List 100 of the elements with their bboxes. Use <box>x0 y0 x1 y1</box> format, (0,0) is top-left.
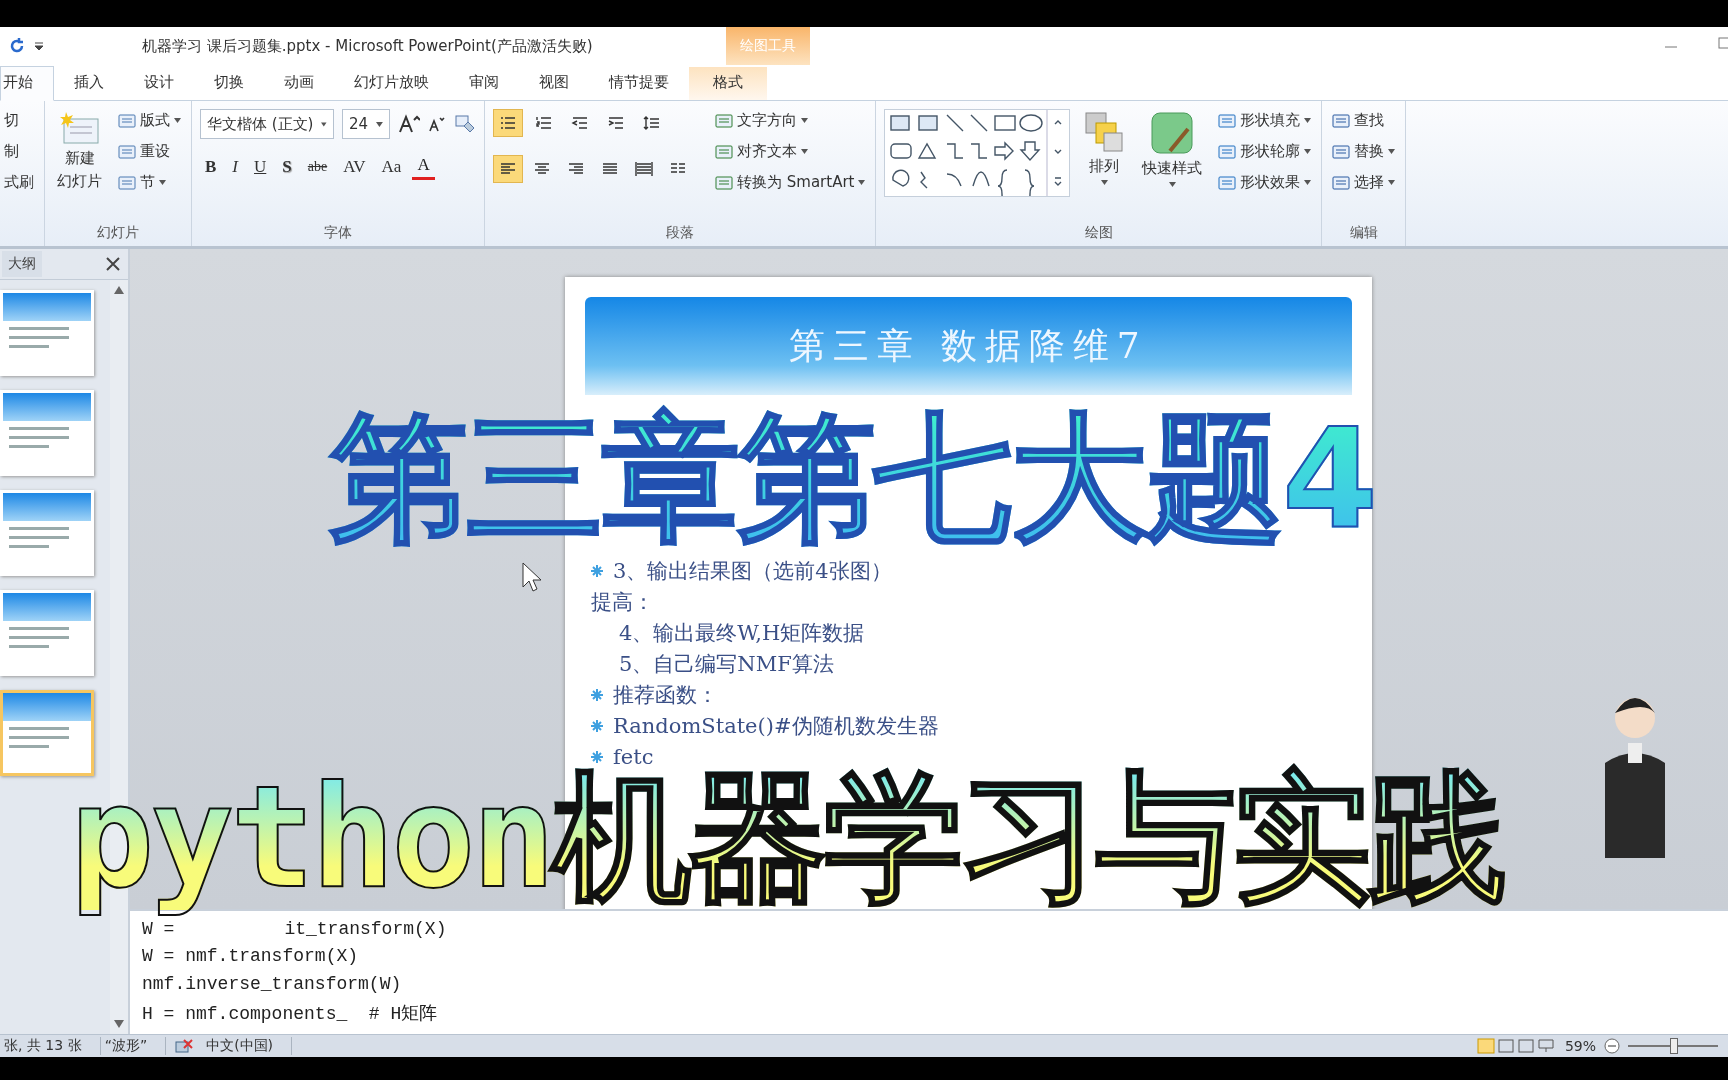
language-indicator: 中文(中国) <box>202 1037 293 1055</box>
ribbon-tab[interactable]: 插入 <box>54 67 124 100</box>
group-label: 幻灯片 <box>96 224 140 242</box>
group-label: 段落 <box>665 224 696 242</box>
caret-icon <box>1304 180 1312 185</box>
ribbon-tab[interactable]: 设计 <box>124 67 194 100</box>
font-name-field[interactable]: 华文楷体 (正文) <box>200 109 334 139</box>
notes-code: it_transform(X) <box>284 919 447 941</box>
scroll-up-icon[interactable] <box>114 286 124 294</box>
clipboard-command[interactable]: 式刷 <box>2 171 36 194</box>
outdent-icon <box>571 115 589 131</box>
font-format-button[interactable]: I <box>227 154 243 179</box>
new-slide-button[interactable]: 新建 幻灯片 <box>53 109 106 224</box>
paragraph-command[interactable]: 对齐文本 <box>713 140 868 163</box>
font-format-button[interactable]: A <box>412 153 435 180</box>
shape-format-command[interactable]: 形状效果 <box>1216 171 1314 194</box>
slide-command[interactable]: 重设 <box>116 140 183 163</box>
editing-command[interactable]: 选择 <box>1330 171 1398 194</box>
contextual-tab-group: 绘图工具 <box>726 27 810 65</box>
slide-thumbnail[interactable] <box>0 290 94 376</box>
shrink-font-icon <box>428 115 446 133</box>
font-size-field[interactable]: 24 <box>342 109 390 139</box>
editing-command[interactable]: 替换 <box>1330 140 1398 163</box>
theme-name: “波形” <box>100 1037 167 1055</box>
slide-title: 第三章 数据降维7 <box>789 323 1148 368</box>
font-format-button[interactable]: B <box>200 154 222 179</box>
ribbon-tab[interactable]: 格式 <box>689 67 767 100</box>
slide-text: 推荐函数： <box>613 682 718 709</box>
caret-icon <box>1304 118 1312 123</box>
caret-icon <box>1100 180 1108 185</box>
zoom-out-icon[interactable] <box>1604 1038 1620 1054</box>
slide-text: 4、输出最终W,H矩阵数据 <box>619 620 865 647</box>
font-format-button[interactable]: AV <box>338 154 371 179</box>
mouse-cursor-icon <box>522 562 542 592</box>
slide-command[interactable]: 节 <box>116 171 183 194</box>
caret-icon <box>1388 149 1396 154</box>
quick-styles-button[interactable]: 快速样式 <box>1138 109 1207 224</box>
bullets-icon <box>499 115 517 131</box>
ribbon-tab[interactable]: 开始 <box>0 66 54 101</box>
bullet-icon <box>591 689 603 701</box>
slide-thumbnail[interactable] <box>0 390 94 476</box>
bullet-icon <box>591 720 603 732</box>
slide-count: 张, 共 13 张 <box>0 1037 101 1055</box>
paragraph-command[interactable]: 转换为 SmartArt <box>713 171 868 194</box>
slide-text: RandomState()#伪随机数发生器 <box>613 713 939 740</box>
notes-code: W = nmf.transform(X) <box>142 946 359 969</box>
paragraph-command[interactable]: 文字方向 <box>713 109 868 132</box>
slide-thumbnail[interactable] <box>0 490 94 576</box>
shape-format-command[interactable]: 形状填充 <box>1216 109 1314 132</box>
ribbon-tab[interactable]: 视图 <box>519 67 589 100</box>
font-format-button[interactable]: U <box>249 154 272 179</box>
clipboard-command[interactable]: 制 <box>2 140 36 163</box>
ribbon-tab[interactable]: 审阅 <box>449 67 519 100</box>
right-icon <box>567 161 585 177</box>
center-icon <box>533 161 551 177</box>
caret-icon <box>1388 180 1396 185</box>
shapes-gallery[interactable] <box>884 109 1071 197</box>
grow-font-icon <box>398 114 420 134</box>
ribbon-tab[interactable]: 动画 <box>264 67 334 100</box>
quick-styles-icon <box>1150 111 1195 155</box>
numbering-icon <box>535 115 553 131</box>
ribbon-tab[interactable]: 幻灯片放映 <box>334 67 449 100</box>
slide-thumbnail[interactable] <box>0 590 94 676</box>
paragraph-button[interactable] <box>493 155 523 183</box>
paragraph-button[interactable] <box>493 109 523 137</box>
shape-format-command[interactable]: 形状轮廓 <box>1216 140 1314 163</box>
spell-check-icon[interactable] <box>174 1038 195 1054</box>
customize-arrow-icon[interactable] <box>34 41 44 51</box>
outline-tab[interactable]: 大纲 <box>2 251 42 277</box>
caret-icon <box>159 180 166 185</box>
bullet-icon <box>591 751 603 763</box>
zoom-level: 59% <box>1564 1038 1596 1054</box>
window-title: 机器学习 课后习题集.pptx - Microsoft PowerPoint(产品激活失败) <box>142 36 593 56</box>
undo-icon[interactable] <box>8 37 26 55</box>
bullet-icon <box>591 565 603 577</box>
close-icon[interactable] <box>106 257 120 271</box>
slide-command[interactable]: 版式 <box>116 109 183 132</box>
new-slide-icon <box>59 111 100 145</box>
arrange-icon <box>1084 111 1125 153</box>
notes-code: W = <box>142 919 175 941</box>
slide-thumbnail[interactable] <box>0 690 94 776</box>
caret-icon <box>174 118 181 123</box>
zoom-thumb[interactable] <box>1670 1038 1678 1054</box>
spacing-icon <box>643 115 661 131</box>
ribbon-tab[interactable]: 切换 <box>194 67 264 100</box>
notes-code: nmf.inverse_transform(W) <box>142 973 402 996</box>
arrange-button[interactable]: 排列 <box>1080 109 1129 224</box>
slide-text: 提高： <box>591 589 654 616</box>
font-format-button[interactable]: S <box>277 154 297 179</box>
clipboard-command[interactable]: 切 <box>2 109 36 132</box>
caret-icon <box>1168 182 1176 187</box>
caret-icon <box>321 121 327 127</box>
scroll-down-icon[interactable] <box>114 1020 124 1028</box>
editing-command[interactable]: 查找 <box>1330 109 1398 132</box>
font-format-button[interactable]: abe <box>302 156 333 177</box>
font-format-button[interactable]: Aa <box>376 154 407 179</box>
group-label: 绘图 <box>1083 224 1114 242</box>
left-icon <box>499 161 517 177</box>
indent-icon <box>607 115 625 131</box>
ribbon-tab[interactable]: 情节提要 <box>589 67 689 100</box>
